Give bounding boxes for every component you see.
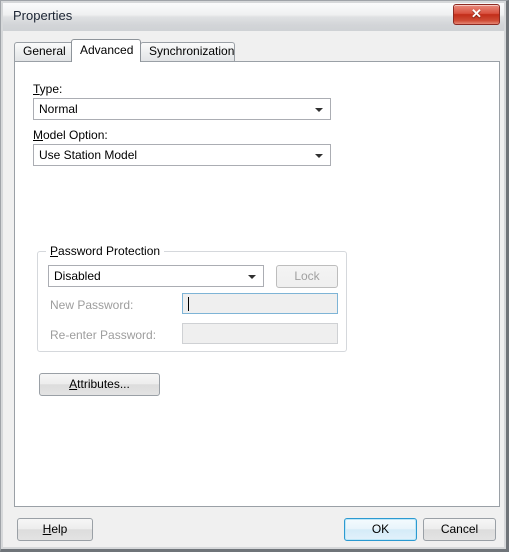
lock-button[interactable]: Lock (276, 265, 338, 288)
password-protection-title-accel: P (50, 244, 59, 258)
title-bar[interactable]: Properties ✕ (3, 3, 504, 31)
properties-dialog-window: Properties ✕ General Advanced Synchroniz… (0, 0, 509, 552)
lock-button-label: Lock (294, 269, 320, 283)
chevron-down-icon (315, 154, 323, 158)
new-password-input[interactable] (182, 293, 338, 314)
type-label: Type: (33, 82, 62, 96)
reenter-password-input[interactable] (182, 323, 338, 344)
model-option-label-text: odel Option: (43, 128, 108, 142)
attributes-button[interactable]: Attributes... (39, 373, 160, 396)
close-button[interactable]: ✕ (453, 4, 500, 25)
type-combobox[interactable]: Normal (33, 98, 331, 120)
attributes-button-label: ttributes... (77, 377, 130, 391)
model-option-combobox-value: Use Station Model (39, 148, 138, 162)
tab-synchronization-label: Synchronization (149, 44, 235, 58)
window-title: Properties (13, 8, 73, 23)
tab-advanced[interactable]: Advanced (71, 39, 141, 62)
close-icon: ✕ (471, 6, 482, 21)
tab-general[interactable]: General (14, 42, 74, 61)
attributes-button-accel: A (69, 377, 78, 391)
model-option-label: Model Option: (33, 128, 108, 142)
help-button-label: elp (51, 522, 68, 536)
tab-general-label: General (23, 44, 66, 58)
type-combobox-value: Normal (39, 102, 78, 116)
type-label-accel: T (33, 82, 40, 96)
password-protection-groupbox: Password Protection Disabled Lock New Pa… (37, 244, 347, 352)
reenter-password-label: Re-enter Password: (50, 328, 157, 342)
cancel-button-label: Cancel (440, 522, 479, 536)
text-caret (188, 297, 189, 311)
model-option-combobox[interactable]: Use Station Model (33, 144, 331, 166)
chevron-down-icon (248, 275, 256, 279)
new-password-label: New Password: (50, 298, 134, 312)
cancel-button[interactable]: Cancel (423, 518, 496, 541)
chevron-down-icon (315, 108, 323, 112)
ok-button-label: OK (371, 522, 390, 536)
password-protection-title: Password Protection (46, 244, 165, 258)
model-option-label-accel: M (33, 128, 43, 142)
advanced-tab-panel: Type: Normal Model Option: Use Station M… (14, 61, 500, 507)
password-state-combobox-value: Disabled (54, 269, 101, 283)
tab-advanced-label: Advanced (80, 43, 134, 57)
password-protection-title-text: assword Protection (58, 244, 161, 258)
help-button[interactable]: Help (17, 518, 93, 541)
type-label-text: ype: (39, 82, 63, 96)
tab-synchronization[interactable]: Synchronization (140, 42, 235, 61)
password-state-combobox[interactable]: Disabled (48, 265, 264, 287)
window-inner-frame: Properties ✕ General Advanced Synchroniz… (1, 1, 506, 549)
ok-button[interactable]: OK (344, 518, 417, 541)
